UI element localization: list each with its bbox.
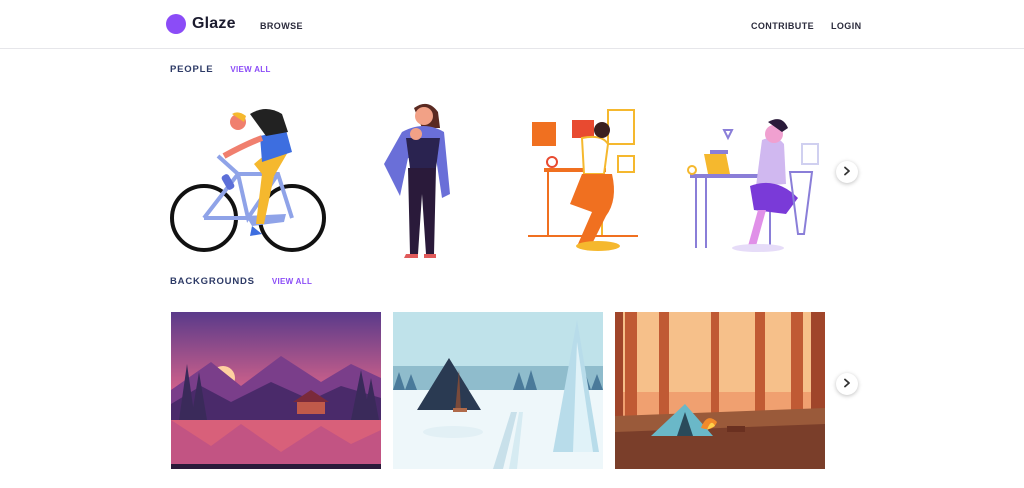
parent-with-baby-illustration[interactable] [378,98,458,258]
lake-sunset-background-card[interactable] [171,312,381,469]
backgrounds-view-all-link[interactable]: VIEW ALL [272,277,312,286]
top-navbar: Glaze BROWSE CONTRIBUTE LOGIN [0,0,1024,49]
snow-cabin-background-card[interactable] [393,312,603,469]
people-section-header: PEOPLE VIEW ALL [170,64,271,75]
chevron-right-icon [842,163,852,181]
brand-name: Glaze [192,15,236,32]
chevron-right-icon [842,375,852,393]
logo-circle-icon [166,14,186,34]
nav-browse-link[interactable]: BROWSE [260,21,303,31]
laptop-user-illustration[interactable] [686,114,822,254]
forest-camp-background-card[interactable] [615,312,825,469]
people-next-button[interactable] [836,161,858,183]
people-section-title: PEOPLE [170,64,214,75]
backgrounds-section-header: BACKGROUNDS VIEW ALL [170,276,312,287]
people-view-all-link[interactable]: VIEW ALL [230,65,270,74]
backgrounds-next-button[interactable] [836,373,858,395]
desk-worker-illustration[interactable] [522,104,644,254]
backgrounds-section-title: BACKGROUNDS [170,276,255,287]
nav-contribute-link[interactable]: CONTRIBUTE [751,21,814,31]
brand-logo[interactable]: Glaze [166,14,236,34]
cyclist-illustration[interactable] [166,104,332,254]
nav-login-link[interactable]: LOGIN [831,21,862,31]
